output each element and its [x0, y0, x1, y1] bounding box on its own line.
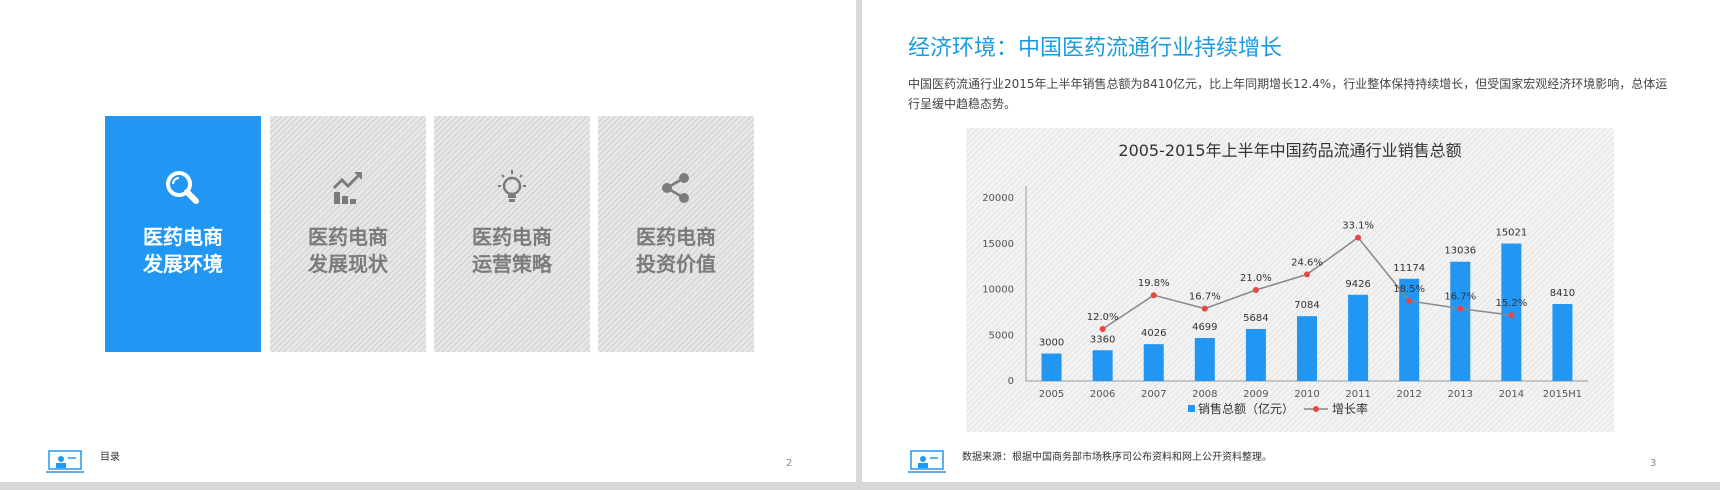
- growth-point: [1355, 234, 1362, 241]
- growth-point: [1304, 271, 1310, 278]
- page-number: 2: [786, 458, 793, 469]
- growth-data-label: 18.5%: [1393, 284, 1425, 295]
- growth-point: [1150, 292, 1157, 299]
- y-tick-label: 20000: [982, 193, 1014, 204]
- bar-data-label: 5684: [1243, 313, 1268, 324]
- growth-data-label: 16.7%: [1444, 292, 1476, 303]
- bar: [1041, 353, 1062, 381]
- x-tick-label: 2015H1: [1543, 389, 1582, 400]
- summary-paragraph: 中国医药流通行业2015年上半年销售总额为8410亿元，比上年同期增长12.4%…: [908, 77, 1668, 111]
- y-tick-label: 0: [1008, 376, 1014, 387]
- bar: [1194, 338, 1215, 381]
- bar-data-label: 8410: [1550, 288, 1575, 299]
- bar: [1450, 261, 1471, 381]
- toc-tile-title: 医药电商 投资价值: [636, 225, 716, 276]
- bar-data-label: 11174: [1393, 263, 1425, 274]
- slide-economic-environment: 经济环境：中国医药流通行业持续增长 中国医药流通行业2015年上半年销售总额为8…: [862, 0, 1720, 482]
- growth-data-label: 19.8%: [1138, 278, 1170, 289]
- toc-tile-title: 医药电商 运营策略: [472, 225, 552, 276]
- bar-data-label: 4699: [1192, 322, 1217, 333]
- growth-data-label: 33.1%: [1342, 221, 1374, 232]
- source-note: 数据来源：根据中国商务部市场秩序司公布资料和网上公开资料整理。: [962, 452, 1272, 463]
- share-icon: [662, 173, 689, 203]
- lightbulb-icon: [498, 170, 526, 202]
- legend-line-marker: [1313, 406, 1319, 412]
- slide-heading: 经济环境：中国医药流通行业持续增长: [908, 36, 1283, 61]
- x-tick-label: 2013: [1448, 389, 1473, 400]
- footer-label: 目录: [100, 452, 120, 463]
- growth-data-label: 16.7%: [1189, 292, 1221, 303]
- growth-data-label: 12.0%: [1087, 312, 1119, 323]
- y-tick-label: 15000: [982, 239, 1014, 250]
- x-tick-label: 2007: [1141, 389, 1166, 400]
- toc-tile-environment[interactable]: 医药电商 发展环境: [105, 116, 261, 352]
- bar-data-label: 3000: [1039, 338, 1064, 349]
- x-tick-label: 2008: [1192, 389, 1217, 400]
- growth-point: [1457, 305, 1464, 312]
- bar-data-label: 15021: [1495, 228, 1527, 239]
- search-icon: [166, 171, 199, 204]
- chart-panel: 2005-2015年上半年中国药品流通行业销售总额 0 5000 10000 15000…: [966, 128, 1614, 432]
- x-tick-label: 2011: [1345, 389, 1370, 400]
- page-number: 3: [1650, 458, 1657, 469]
- growth-data-label: 15.2%: [1495, 298, 1527, 309]
- growth-data-label: 21.0%: [1240, 273, 1272, 284]
- x-tick-label: 2012: [1396, 389, 1421, 400]
- legend-line-label: 增长率: [1332, 401, 1368, 416]
- bar: [1297, 316, 1317, 381]
- toc-tile-investment[interactable]: 医药电商 投资价值: [598, 116, 754, 352]
- growth-point: [1406, 297, 1413, 304]
- toc-tile-title: 医药电商 发展环境: [143, 225, 223, 276]
- bar: [1552, 304, 1573, 381]
- y-tick-label: 5000: [989, 330, 1014, 341]
- x-tick-label: 2010: [1294, 389, 1319, 400]
- x-tick-label: 2005: [1039, 389, 1064, 400]
- x-tick-label: 2006: [1090, 389, 1115, 400]
- presenter-icon: [46, 450, 84, 473]
- growth-point: [1252, 287, 1259, 293]
- legend-bar-label: 销售总额（亿元）: [1198, 401, 1294, 416]
- growth-point: [1201, 305, 1208, 312]
- bar-data-label: 13036: [1444, 246, 1476, 257]
- bar: [1092, 350, 1113, 381]
- slide-table-of-contents: 医药电商 发展环境 医药电商 发展现状 医药电商 运营策略 医药电商 投资价值 …: [0, 0, 856, 482]
- legend-bar-swatch: [1188, 405, 1195, 412]
- x-tick-label: 2009: [1243, 389, 1268, 400]
- bar: [1143, 344, 1164, 381]
- toc-tile-status[interactable]: 医药电商 发展现状: [270, 116, 426, 352]
- x-tick-label: 2014: [1499, 389, 1524, 400]
- toc-tile-title: 医药电商 发展现状: [308, 225, 388, 276]
- growth-data-label: 24.6%: [1291, 257, 1323, 268]
- bar: [1245, 328, 1266, 381]
- sales-chart: 2005-2015年上半年中国药品流通行业销售总额 0 5000 10000 15000…: [982, 141, 1588, 416]
- bar-data-label: 7084: [1294, 300, 1319, 311]
- bar-data-label: 4026: [1141, 328, 1166, 339]
- y-tick-label: 10000: [982, 285, 1014, 296]
- bar-data-label: 9426: [1345, 279, 1370, 290]
- chart-title: 2005-2015年上半年中国药品流通行业销售总额: [1118, 141, 1461, 160]
- toc-tile-strategy[interactable]: 医药电商 运营策略: [434, 116, 590, 352]
- growth-point: [1508, 312, 1515, 319]
- bar: [1348, 294, 1369, 381]
- bar-data-label: 3360: [1090, 334, 1115, 345]
- presenter-icon: [908, 450, 946, 473]
- growth-chart-icon: [332, 172, 362, 204]
- growth-point: [1099, 326, 1106, 332]
